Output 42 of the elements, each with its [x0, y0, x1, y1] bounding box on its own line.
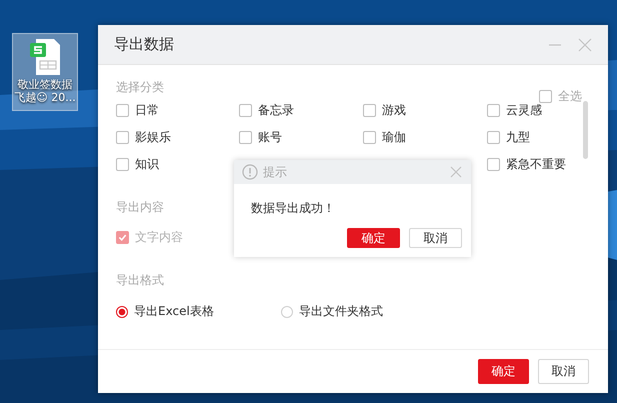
- checkbox-label: 云灵感: [506, 102, 542, 118]
- checkbox[interactable]: [116, 158, 129, 170]
- checkbox-label: 日常: [135, 102, 159, 118]
- checkbox-label: 文字内容: [135, 228, 183, 246]
- checkbox-label: 游戏: [382, 102, 406, 118]
- checkbox[interactable]: [363, 104, 376, 116]
- close-icon[interactable]: [578, 38, 592, 52]
- checkbox[interactable]: [239, 104, 252, 116]
- radio-label: 导出文件夹格式: [299, 303, 383, 320]
- checkbox-label: 账号: [258, 128, 282, 146]
- confirm-button[interactable]: 确定: [347, 228, 400, 248]
- checkbox-label: 影娱乐: [135, 128, 171, 146]
- checkbox-label: 知识: [135, 156, 159, 172]
- dialog-title: 提示: [263, 164, 288, 180]
- checkbox[interactable]: [239, 130, 252, 144]
- checkbox[interactable]: [539, 90, 552, 102]
- radio-button[interactable]: [116, 306, 128, 318]
- cancel-button[interactable]: 取消: [409, 228, 462, 248]
- message-text: 数据导出成功！: [250, 200, 336, 217]
- window-title: 导出数据: [114, 35, 174, 54]
- cancel-button[interactable]: 取消: [538, 359, 589, 384]
- checkbox-label: 瑜伽: [382, 128, 406, 146]
- radio-label: 导出Excel表格: [134, 303, 214, 320]
- spreadsheet-file-icon: [28, 37, 62, 77]
- checkbox[interactable]: [487, 158, 500, 170]
- checkbox-label: 九型: [506, 128, 530, 146]
- checkbox[interactable]: [116, 104, 129, 116]
- checkbox[interactable]: [487, 130, 500, 144]
- checkbox[interactable]: [487, 104, 500, 116]
- scrollbar[interactable]: [583, 101, 588, 159]
- close-icon[interactable]: [450, 166, 462, 178]
- confirm-button[interactable]: 确定: [478, 359, 529, 384]
- checkbox-label: 备忘录: [258, 102, 294, 118]
- info-icon: [242, 164, 258, 180]
- section-heading: 导出格式: [116, 272, 164, 289]
- checkbox[interactable]: [363, 130, 376, 144]
- checkbox[interactable]: [116, 130, 129, 144]
- checkbox-label: 紧急不重要: [506, 156, 566, 172]
- section-heading: 选择分类: [116, 79, 164, 96]
- desktop-icon[interactable]: 敬业签数据飞越☺ 20...: [12, 33, 78, 111]
- checkbox-label: 全选: [558, 88, 582, 104]
- section-heading: 导出内容: [116, 199, 164, 216]
